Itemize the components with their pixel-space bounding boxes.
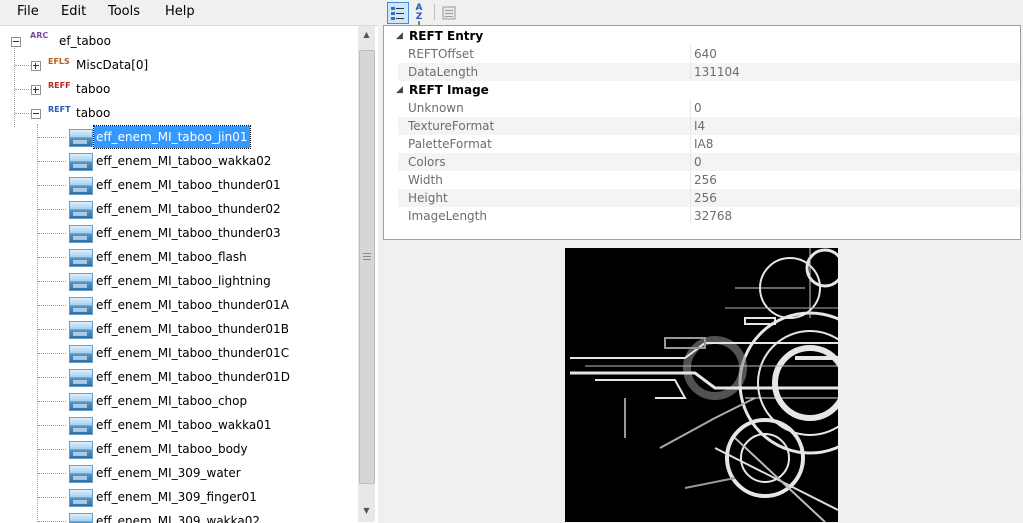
tree-node-texture[interactable]: eff_enem_MI_taboo_body bbox=[0, 438, 340, 460]
tree-node-texture[interactable]: eff_enem_MI_taboo_thunder01C bbox=[0, 342, 340, 364]
image-icon bbox=[69, 441, 93, 459]
image-icon bbox=[69, 177, 93, 195]
tree-node-texture[interactable]: eff_enem_MI_taboo_thunder01D bbox=[0, 366, 340, 388]
image-icon bbox=[69, 273, 93, 291]
image-icon bbox=[69, 249, 93, 267]
tree-node-label: eff_enem_MI_taboo_chop bbox=[96, 394, 248, 408]
property-row[interactable]: DataLength 131104 bbox=[398, 63, 1020, 81]
tree-node-label: eff_enem_MI_taboo_body bbox=[96, 442, 248, 456]
image-icon bbox=[69, 321, 93, 339]
tree-node-reft-taboo[interactable]: REFT taboo bbox=[0, 102, 250, 124]
scroll-down-icon[interactable]: ▼ bbox=[358, 502, 375, 519]
scroll-thumb[interactable] bbox=[359, 50, 375, 484]
reff-file-icon: REFF bbox=[48, 81, 71, 90]
file-tree[interactable]: ARC ef_taboo EFLS MiscData[0] REFF taboo… bbox=[0, 25, 378, 523]
tree-node-texture[interactable]: eff_enem_MI_taboo_wakka02 bbox=[0, 150, 340, 172]
tree-node-texture[interactable]: eff_enem_MI_taboo_thunder01 bbox=[0, 174, 340, 196]
tree-node-texture[interactable]: eff_enem_MI_taboo_thunder01B bbox=[0, 318, 340, 340]
image-icon bbox=[69, 345, 93, 363]
scroll-up-icon[interactable]: ▲ bbox=[358, 26, 375, 43]
image-icon bbox=[69, 369, 93, 387]
image-icon bbox=[69, 297, 93, 315]
collapse-icon[interactable] bbox=[11, 37, 21, 47]
property-pages-icon[interactable] bbox=[438, 2, 460, 24]
image-icon bbox=[69, 129, 93, 147]
sort-alphabetical-icon[interactable]: A Z↓ bbox=[409, 2, 429, 33]
property-toolbar: A Z↓ bbox=[383, 0, 1023, 33]
tree-node-label: ef_taboo bbox=[59, 34, 111, 48]
tree-node-label: eff_enem_MI_taboo_wakka01 bbox=[96, 418, 272, 432]
tree-node-label: MiscData[0] bbox=[76, 58, 149, 72]
texture-preview-art bbox=[570, 248, 838, 522]
tree-node-texture[interactable]: eff_enem_MI_taboo_thunder03 bbox=[0, 222, 340, 244]
property-row[interactable]: ImageLength 32768 bbox=[398, 207, 1020, 225]
tree-node-miscdata[interactable]: EFLS MiscData[0] bbox=[0, 54, 250, 76]
tree-node-texture[interactable]: eff_enem_MI_taboo_chop bbox=[0, 390, 340, 412]
property-row[interactable]: TextureFormat I4 bbox=[398, 117, 1020, 135]
tree-node-label: eff_enem_MI_309_water bbox=[96, 466, 241, 480]
property-row[interactable]: Height 256 bbox=[398, 189, 1020, 207]
tree-node-label: eff_enem_MI_taboo_flash bbox=[96, 250, 247, 264]
menu-tools[interactable]: Tools bbox=[108, 4, 140, 19]
categorized-icon[interactable] bbox=[387, 2, 409, 24]
image-icon bbox=[69, 393, 93, 411]
tree-node-texture[interactable]: eff_enem_MI_taboo_lightning bbox=[0, 270, 340, 292]
expand-icon[interactable] bbox=[31, 61, 41, 71]
tree-scrollbar[interactable]: ▲ ▼ bbox=[358, 26, 375, 522]
tree-node-texture[interactable]: eff_enem_MI_taboo_thunder02 bbox=[0, 198, 340, 220]
reft-file-icon: REFT bbox=[48, 105, 71, 114]
category-reft-image[interactable]: ◢ REFT Image bbox=[384, 81, 1020, 99]
tree-node-texture[interactable]: eff_enem_MI_taboo_jin01 bbox=[0, 125, 340, 149]
efls-file-icon: EFLS bbox=[48, 57, 70, 66]
image-icon bbox=[69, 465, 93, 483]
property-grid[interactable]: ◢ REFT Entry REFTOffset 640 DataLength 1… bbox=[383, 25, 1021, 240]
tree-node-label: taboo bbox=[76, 82, 111, 96]
image-icon bbox=[69, 489, 93, 507]
image-icon bbox=[69, 417, 93, 435]
property-row[interactable]: Colors 0 bbox=[398, 153, 1020, 171]
tree-node-texture[interactable]: eff_enem_MI_309_finger01 bbox=[0, 486, 340, 508]
tree-node-texture[interactable]: eff_enem_MI_309_water bbox=[0, 462, 340, 484]
tree-node-label: eff_enem_MI_taboo_jin01 bbox=[93, 125, 251, 149]
tree-node-texture[interactable]: eff_enem_MI_309_wakka02 bbox=[0, 510, 340, 523]
tree-node-texture[interactable]: eff_enem_MI_taboo_flash bbox=[0, 246, 340, 268]
texture-preview-image bbox=[565, 248, 838, 522]
tree-node-label: eff_enem_MI_taboo_wakka02 bbox=[96, 154, 272, 168]
property-row[interactable]: Unknown 0 bbox=[398, 99, 1020, 117]
property-row[interactable]: Width 256 bbox=[398, 171, 1020, 189]
property-row[interactable]: PaletteFormat IA8 bbox=[398, 135, 1020, 153]
image-icon bbox=[69, 153, 93, 171]
collapse-arrow-icon[interactable]: ◢ bbox=[396, 27, 403, 45]
expand-icon[interactable] bbox=[31, 85, 41, 95]
tree-node-label: eff_enem_MI_309_wakka02 bbox=[96, 514, 260, 523]
property-row[interactable]: REFTOffset 640 bbox=[398, 45, 1020, 63]
tree-node-texture[interactable]: eff_enem_MI_taboo_thunder01A bbox=[0, 294, 340, 316]
tree-node-label: eff_enem_MI_taboo_thunder01C bbox=[96, 346, 290, 360]
tree-node-label: eff_enem_MI_309_finger01 bbox=[96, 490, 257, 504]
image-icon bbox=[69, 201, 93, 219]
collapse-arrow-icon[interactable]: ◢ bbox=[396, 81, 403, 99]
tree-node-texture[interactable]: eff_enem_MI_taboo_wakka01 bbox=[0, 414, 340, 436]
collapse-icon[interactable] bbox=[31, 109, 41, 119]
tree-node-label: eff_enem_MI_taboo_thunder01D bbox=[96, 370, 290, 384]
tree-node-label: eff_enem_MI_taboo_thunder01B bbox=[96, 322, 289, 336]
arc-archive-icon: ARC bbox=[30, 31, 49, 40]
tree-node-root[interactable]: ARC ef_taboo bbox=[8, 30, 208, 52]
menu-bar: File Edit Tools Help bbox=[0, 0, 378, 25]
image-icon bbox=[69, 225, 93, 243]
menu-help[interactable]: Help bbox=[165, 4, 195, 19]
tree-node-label: taboo bbox=[76, 106, 111, 120]
tree-node-label: eff_enem_MI_taboo_thunder03 bbox=[96, 226, 281, 240]
toolbar-separator bbox=[434, 4, 435, 20]
tree-node-label: eff_enem_MI_taboo_thunder01 bbox=[96, 178, 281, 192]
tree-node-reff-taboo[interactable]: REFF taboo bbox=[0, 78, 250, 100]
category-reft-entry[interactable]: ◢ REFT Entry bbox=[384, 27, 1020, 45]
tree-node-label: eff_enem_MI_taboo_thunder02 bbox=[96, 202, 281, 216]
menu-edit[interactable]: Edit bbox=[61, 4, 86, 19]
tree-node-label: eff_enem_MI_taboo_thunder01A bbox=[96, 298, 289, 312]
tree-node-label: eff_enem_MI_taboo_lightning bbox=[96, 274, 271, 288]
menu-file[interactable]: File bbox=[17, 4, 39, 19]
